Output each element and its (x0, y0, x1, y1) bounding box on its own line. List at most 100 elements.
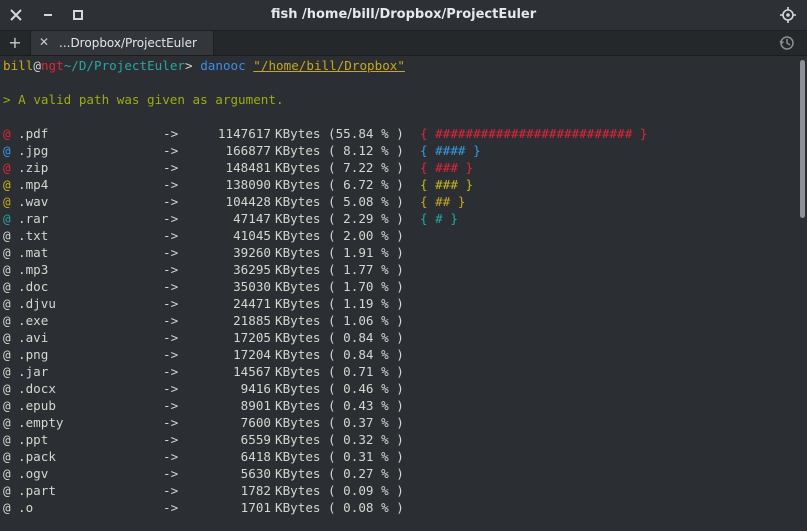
row-arrow: -> (163, 483, 179, 498)
row-marker: @ (3, 381, 11, 396)
row-arrow: -> (163, 449, 179, 464)
file-type-row: @ .exe -> 21885 KBytes ( 1.06 % ) (3, 312, 793, 329)
prompt-at: @ (33, 58, 41, 73)
close-icon[interactable] (8, 7, 24, 23)
row-percent: ( 6.72 % ) (328, 177, 404, 192)
row-arrow: -> (163, 177, 179, 192)
row-percent: ( 0.46 % ) (328, 381, 404, 396)
terminal-output[interactable]: bill @ ngt~/D/ProjectEuler> danooc "/home/… (0, 56, 797, 531)
file-type-row: @ .wav -> 104428 KBytes ( 5.08 % ) { ## } (3, 193, 793, 210)
history-icon[interactable] (779, 35, 795, 51)
file-type-row: @ .epub -> 8901 KBytes ( 0.43 % ) (3, 397, 793, 414)
tab-projecteuler[interactable]: ✕ ...Dropbox/ProjectEuler (30, 31, 214, 55)
row-percent: ( 5.08 % ) (328, 194, 404, 209)
row-bar: { ## } (420, 194, 466, 209)
row-marker: @ (3, 296, 11, 311)
row-marker: @ (3, 449, 11, 464)
row-arrow: -> (163, 330, 179, 345)
row-size: 21885 (233, 313, 271, 328)
row-size: 35030 (233, 279, 271, 294)
row-marker: @ (3, 143, 11, 158)
row-unit: KBytes (275, 449, 321, 464)
file-type-row: @ .ogv -> 5630 KBytes ( 0.27 % ) (3, 465, 793, 482)
tab-close-icon[interactable]: ✕ (37, 35, 51, 49)
row-bar: { # } (420, 211, 458, 226)
row-extension: .mp3 (18, 262, 49, 277)
file-type-row: @ .docx -> 9416 KBytes ( 0.46 % ) (3, 380, 793, 397)
file-type-row: @ .pdf -> 1147617 KBytes (55.84 % ) { ########… (3, 125, 793, 142)
row-bar: { ########################## } (420, 126, 648, 141)
row-marker: @ (3, 398, 11, 413)
row-size: 8901 (240, 398, 271, 413)
row-percent: ( 8.12 % ) (328, 143, 404, 158)
row-extension: .empty (18, 415, 64, 430)
row-percent: ( 0.09 % ) (328, 483, 404, 498)
row-unit: KBytes (275, 177, 321, 192)
row-size: 1701 (240, 500, 271, 515)
row-arrow: -> (163, 432, 179, 447)
row-extension: .docx (18, 381, 56, 396)
row-marker: @ (3, 228, 11, 243)
row-extension: .exe (18, 313, 49, 328)
row-marker: @ (3, 415, 11, 430)
row-size: 17204 (233, 347, 271, 362)
row-unit: KBytes (275, 296, 321, 311)
row-arrow: -> (163, 262, 179, 277)
row-unit: KBytes (275, 432, 321, 447)
row-size: 14567 (233, 364, 271, 379)
row-bar: { #### } (420, 143, 481, 158)
file-type-row: @ .jar -> 14567 KBytes ( 0.71 % ) (3, 363, 793, 380)
file-type-row: @ .avi -> 17205 KBytes ( 0.84 % ) (3, 329, 793, 346)
row-arrow: -> (163, 296, 179, 311)
row-percent: ( 1.19 % ) (328, 296, 404, 311)
row-bar: { ### } (420, 177, 474, 192)
maximize-icon[interactable] (70, 7, 86, 23)
row-size: 47147 (233, 211, 271, 226)
scrollbar[interactable] (797, 56, 807, 531)
row-size: 148481 (225, 160, 272, 175)
row-extension: .mp4 (18, 177, 49, 192)
prompt-path: ~/D/ProjectEuler (63, 58, 186, 73)
row-unit: KBytes (275, 364, 321, 379)
file-type-row: @ .o -> 1701 KBytes ( 0.08 % ) (3, 499, 793, 516)
tab-bar: + ✕ ...Dropbox/ProjectEuler (0, 31, 807, 56)
row-arrow: -> (163, 228, 179, 243)
row-size: 6559 (240, 432, 271, 447)
row-arrow: -> (163, 160, 179, 175)
row-extension: .part (18, 483, 56, 498)
row-extension: .pack (18, 449, 56, 464)
row-size: 24471 (233, 296, 271, 311)
row-extension: .doc (18, 279, 49, 294)
row-marker: @ (3, 432, 11, 447)
row-arrow: -> (163, 398, 179, 413)
prompt-line: bill@ngt~/D/ProjectEuler> danooc "/home/… (3, 57, 405, 74)
file-type-row: @ .png -> 17204 KBytes ( 0.84 % ) (3, 346, 793, 363)
row-extension: .pdf (18, 126, 49, 141)
row-arrow: -> (163, 381, 179, 396)
row-marker: @ (3, 160, 11, 175)
prompt-symbol: > (185, 58, 193, 73)
file-type-row: @ .jpg -> 166877 KBytes ( 8.12 % ) { #### } (3, 142, 793, 159)
row-unit: KBytes (275, 143, 321, 158)
row-marker: @ (3, 126, 11, 141)
row-extension: .rar (18, 211, 49, 226)
row-extension: .o (18, 500, 34, 515)
row-marker: @ (3, 483, 11, 498)
row-percent: ( 0.71 % ) (328, 364, 404, 379)
row-marker: @ (3, 364, 11, 379)
row-marker: @ (3, 466, 11, 481)
window-menu-icon[interactable] (779, 6, 797, 24)
row-extension: .ogv (18, 466, 49, 481)
minimize-icon[interactable] (40, 7, 56, 23)
new-tab-button[interactable]: + (4, 33, 26, 53)
row-marker: @ (3, 313, 11, 328)
row-extension: .jar (18, 364, 49, 379)
row-percent: ( 1.77 % ) (328, 262, 404, 277)
row-percent: ( 0.37 % ) (328, 415, 404, 430)
row-extension: .jpg (18, 143, 49, 158)
prompt-command: danooc (200, 58, 246, 73)
prompt-host: ngt (40, 58, 64, 73)
file-type-row: @ .mp3 -> 36295 KBytes ( 1.77 % ) (3, 261, 793, 278)
row-percent: ( 0.31 % ) (328, 449, 404, 464)
scrollbar-thumb[interactable] (800, 60, 805, 218)
